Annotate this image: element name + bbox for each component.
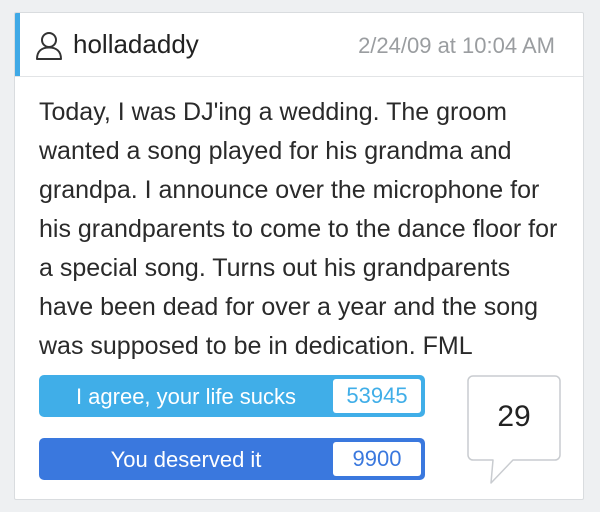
deserved-button[interactable]: You deserved it 9900 <box>39 438 425 480</box>
username[interactable]: holladaddy <box>73 29 199 59</box>
deserved-count: 9900 <box>333 442 421 476</box>
user-icon <box>36 32 62 60</box>
comments-button[interactable]: 29 <box>467 375 561 485</box>
agree-label: I agree, your life sucks <box>75 384 297 409</box>
post-header: holladaddy 2/24/09 at 10:04 AM <box>15 13 583 77</box>
story-text: Today, I was DJ'ing a wedding. The groom… <box>39 98 558 360</box>
fml-post-card: holladaddy 2/24/09 at 10:04 AM Today, I … <box>14 12 584 500</box>
agree-button[interactable]: I agree, your life sucks 53945 <box>39 375 425 417</box>
comment-count: 29 <box>497 400 531 433</box>
post-timestamp: 2/24/09 at 10:04 AM <box>358 33 555 58</box>
accent-bar <box>15 13 20 76</box>
deserved-label: You deserved it <box>110 447 262 472</box>
agree-count: 53945 <box>333 379 421 413</box>
